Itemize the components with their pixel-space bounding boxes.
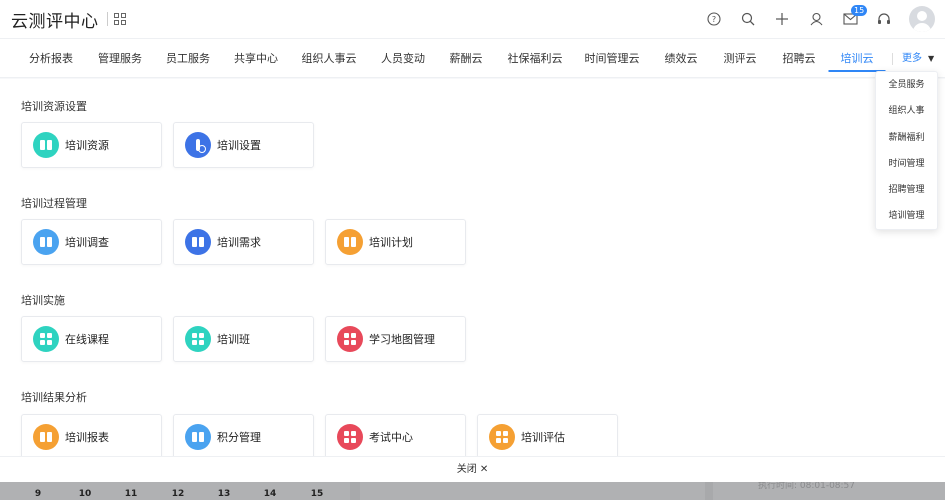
app-card-label: 培训资源 <box>65 139 109 152</box>
app-card-label: 考试中心 <box>369 431 413 444</box>
help-icon[interactable]: ? <box>697 0 731 38</box>
app-card[interactable]: 在线课程 <box>21 316 162 362</box>
nav-item-assessment-cloud[interactable]: 测评云 <box>724 39 757 79</box>
apps-grid-icon[interactable] <box>113 13 126 25</box>
search-icon[interactable] <box>731 0 765 38</box>
app-card-label: 学习地图管理 <box>369 333 435 346</box>
nav-item-social-benefits-cloud[interactable]: 社保福利云 <box>508 39 563 79</box>
nav-item-training-cloud[interactable]: 培训云 <box>828 39 886 79</box>
contacts-icon[interactable] <box>799 0 833 38</box>
nav-item-payroll-cloud[interactable]: 薪酬云 <box>450 39 483 79</box>
app-card[interactable]: 培训设置 <box>173 122 314 168</box>
calendar-day: 15 <box>310 489 324 499</box>
app-card[interactable]: 培训班 <box>173 316 314 362</box>
section-title: 培训资源设置 <box>21 100 87 113</box>
mail-icon[interactable]: 15 <box>833 0 868 38</box>
calendar-day: 9 <box>34 489 42 499</box>
nav-item-employee-services[interactable]: 员工服务 <box>166 39 210 79</box>
app-card-label: 培训评估 <box>521 431 565 444</box>
dropdown-item-all-staff-services[interactable]: 全员服务 <box>876 72 937 98</box>
nav-divider <box>892 53 893 65</box>
dropdown-item-time-management[interactable]: 时间管理 <box>876 151 937 177</box>
section-title: 培训结果分析 <box>21 391 87 404</box>
section-title: 培训实施 <box>21 294 65 307</box>
nav-more-label: 更多 <box>902 53 922 64</box>
app-card[interactable]: 培训计划 <box>325 219 466 265</box>
dropdown-item-org-personnel[interactable]: 组织人事 <box>876 98 937 124</box>
app-card-label: 培训报表 <box>65 431 109 444</box>
background-middle-panel <box>360 482 705 500</box>
book-icon <box>33 132 59 158</box>
svg-text:?: ? <box>712 15 716 24</box>
dropdown-item-payroll-benefits[interactable]: 薪酬福利 <box>876 125 937 151</box>
nav-item-analysis-reports[interactable]: 分析报表 <box>29 39 73 79</box>
app-card[interactable]: 培训报表 <box>21 414 162 456</box>
logo-divider <box>106 12 108 26</box>
app-card-label: 在线课程 <box>65 333 109 346</box>
more-dropdown: 全员服务 组织人事 薪酬福利 时间管理 招聘管理 培训管理 <box>875 71 938 230</box>
nav-item-personnel-changes[interactable]: 人员变动 <box>381 39 425 79</box>
app-card-label: 培训设置 <box>217 139 261 152</box>
calendar-day: 10 <box>78 489 92 499</box>
grid-icon <box>33 326 59 352</box>
top-actions: ? 15 <box>697 0 945 38</box>
grid-icon <box>185 326 211 352</box>
background-overlay: 9 10 11 12 13 14 15 执行时间: 08:01-08:57 <box>0 482 945 500</box>
section-title: 培训过程管理 <box>21 197 87 210</box>
app-card[interactable]: 积分管理 <box>173 414 314 456</box>
app-card-label: 培训需求 <box>217 236 261 249</box>
background-time-text: 执行时间: 08:01-08:57 <box>758 482 856 491</box>
book-icon <box>185 424 211 450</box>
top-bar: 云测评中心 ? 15 <box>0 0 945 38</box>
nav-item-performance-cloud[interactable]: 绩效云 <box>665 39 698 79</box>
headset-icon[interactable] <box>867 0 901 38</box>
grid-icon <box>337 326 363 352</box>
book-icon <box>185 229 211 255</box>
app-card-label: 培训计划 <box>369 236 413 249</box>
grid-icon <box>489 424 515 450</box>
calendar-day: 14 <box>263 489 277 499</box>
nav-item-time-management-cloud[interactable]: 时间管理云 <box>585 39 640 79</box>
book-icon <box>33 229 59 255</box>
main-content: 培训资源设置 培训资源 培训设置 培训过程管理 培训调查 培训需求 培训计划 培… <box>0 79 945 456</box>
app-card[interactable]: 培训评估 <box>477 414 618 456</box>
book-icon <box>33 424 59 450</box>
grid-icon <box>337 424 363 450</box>
nav-item-recruitment-cloud[interactable]: 招聘云 <box>783 39 816 79</box>
nav-item-org-personnel-cloud[interactable]: 组织人事云 <box>302 39 357 79</box>
nav-item-management-services[interactable]: 管理服务 <box>98 39 142 79</box>
dropdown-item-training-management[interactable]: 培训管理 <box>876 203 937 229</box>
app-card[interactable]: 培训需求 <box>173 219 314 265</box>
app-card-label: 培训调查 <box>65 236 109 249</box>
close-button[interactable]: 关闭 ✕ <box>457 464 489 475</box>
mail-badge: 15 <box>851 5 868 16</box>
book-icon <box>337 229 363 255</box>
calendar-day: 11 <box>124 489 138 499</box>
calendar-day: 12 <box>171 489 185 499</box>
dropdown-item-recruitment-management[interactable]: 招聘管理 <box>876 177 937 203</box>
caret-down-icon: ▼ <box>928 54 935 63</box>
app-card-label: 积分管理 <box>217 431 261 444</box>
add-icon[interactable] <box>765 0 799 38</box>
app-card-label: 培训班 <box>217 333 250 346</box>
app-card[interactable]: 培训调查 <box>21 219 162 265</box>
close-bar: 关闭 ✕ <box>0 456 945 482</box>
app-card[interactable]: 培训资源 <box>21 122 162 168</box>
module-nav: 分析报表 管理服务 员工服务 共享中心 组织人事云 人员变动 薪酬云 社保福利云… <box>0 38 945 78</box>
app-card[interactable]: 学习地图管理 <box>325 316 466 362</box>
gear-icon <box>185 132 211 158</box>
app-logo[interactable]: 云测评中心 <box>11 7 99 32</box>
app-card[interactable]: 考试中心 <box>325 414 466 456</box>
calendar-day: 13 <box>217 489 231 499</box>
nav-item-shared-center[interactable]: 共享中心 <box>234 39 278 79</box>
user-avatar[interactable] <box>909 6 935 32</box>
